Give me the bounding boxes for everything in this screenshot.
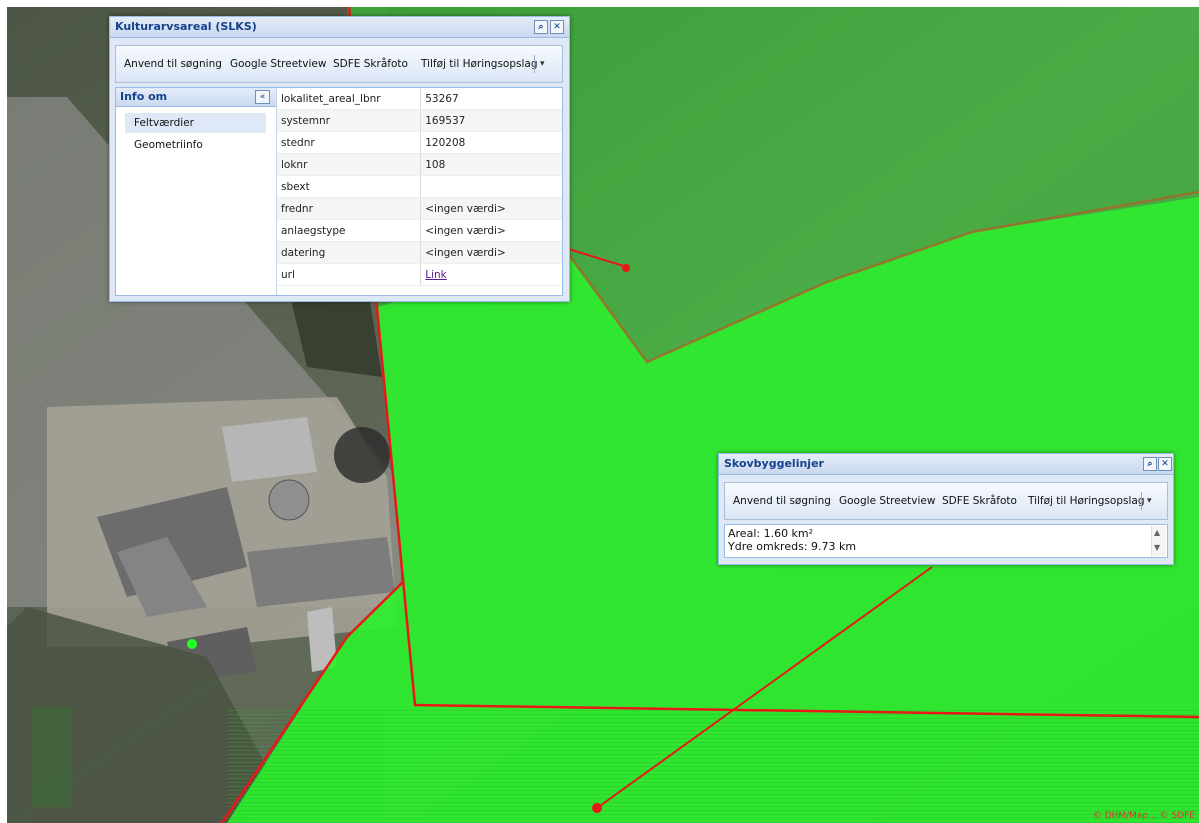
table-row: datering <ingen værdi> xyxy=(277,241,562,264)
field-key: frednr xyxy=(277,197,422,220)
area-text: Areal: 1.60 km² xyxy=(728,527,814,540)
silo-light xyxy=(268,479,310,521)
window-title: Skovbyggelinjer xyxy=(724,457,824,470)
location-marker[interactable] xyxy=(187,639,197,649)
field-value: <ingen værdi> xyxy=(420,241,562,264)
sidebar-title: Info om xyxy=(120,90,168,103)
scrollbar[interactable]: ▲ ▼ xyxy=(1151,526,1166,556)
url-link[interactable]: Link xyxy=(425,269,447,281)
sidebar-item-feltvaerdier[interactable]: Feltværdier xyxy=(125,113,266,133)
field-key: systemnr xyxy=(277,109,422,132)
field-value xyxy=(420,175,562,198)
field-value: <ingen værdi> xyxy=(420,219,562,242)
attribute-table: lokalitet_areal_lbnr 53267 systemnr 169537… xyxy=(277,88,562,286)
window-toolbar: Anvend til søgning Google Streetview SDF… xyxy=(724,482,1168,520)
geometry-info-box[interactable]: Areal: 1.60 km² Ydre omkreds: 9.73 km ▲ … xyxy=(724,524,1168,558)
window-body: Info om « Feltværdier Geometriinfo lokal… xyxy=(115,87,563,296)
window-header[interactable]: Kulturarvsareal (SLKS) ⌕ ✕ xyxy=(110,17,569,38)
field-key: loknr xyxy=(277,153,422,176)
field-key: stednr xyxy=(277,131,422,154)
table-row: sbext xyxy=(277,175,562,198)
table-row: anlaegstype <ingen værdi> xyxy=(277,219,562,242)
scroll-up-icon[interactable]: ▲ xyxy=(1154,528,1160,537)
table-row: systemnr 169537 xyxy=(277,109,562,132)
use-for-search-button[interactable]: Anvend til søgning xyxy=(733,483,831,519)
add-to-hearing-button[interactable]: Tilføj til Høringsopslag xyxy=(421,46,538,82)
window-toolbar: Anvend til søgning Google Streetview SDF… xyxy=(115,45,563,83)
toolbar-separator xyxy=(534,55,535,73)
perimeter-text: Ydre omkreds: 9.73 km xyxy=(728,540,857,553)
sdfe-skraafoto-button[interactable]: SDFE Skråfoto xyxy=(333,46,408,82)
table-row: frednr <ingen værdi> xyxy=(277,197,562,220)
field-value: 169537 xyxy=(420,109,562,132)
table-row: loknr 108 xyxy=(277,153,562,176)
toolbar-separator xyxy=(1141,492,1142,510)
more-dropdown-icon[interactable]: ▾ xyxy=(540,46,545,82)
scroll-down-icon[interactable]: ▼ xyxy=(1154,543,1160,552)
field-key: anlaegstype xyxy=(277,219,422,242)
skovbyggelinjer-window[interactable]: Skovbyggelinjer ⌕ ✕ Anvend til søgning G… xyxy=(718,453,1174,565)
garden-rows xyxy=(32,707,72,807)
window-header[interactable]: Skovbyggelinjer ⌕ ✕ xyxy=(719,454,1173,475)
table-row: stednr 120208 xyxy=(277,131,562,154)
magnifier-icon[interactable]: ⌕ xyxy=(534,20,548,34)
field-key: sbext xyxy=(277,175,422,198)
kulturarvsareal-window[interactable]: Kulturarvsareal (SLKS) ⌕ ✕ Anvend til sø… xyxy=(109,16,570,302)
google-streetview-button[interactable]: Google Streetview xyxy=(230,46,326,82)
field-value: 53267 xyxy=(420,88,562,110)
collapse-sidebar-icon[interactable]: « xyxy=(255,90,270,104)
use-for-search-button[interactable]: Anvend til søgning xyxy=(124,46,222,82)
close-icon[interactable]: ✕ xyxy=(1158,457,1172,471)
sidebar-header: Info om « xyxy=(116,88,276,107)
field-value: 120208 xyxy=(420,131,562,154)
google-streetview-button[interactable]: Google Streetview xyxy=(839,483,935,519)
silo-dark xyxy=(334,427,390,483)
table-row: lokalitet_areal_lbnr 53267 xyxy=(277,88,562,110)
measure-point-lower[interactable] xyxy=(592,803,602,813)
sdfe-skraafoto-button[interactable]: SDFE Skråfoto xyxy=(942,483,1017,519)
table-row: url Link xyxy=(277,263,562,286)
field-key: lokalitet_areal_lbnr xyxy=(277,88,422,110)
field-value: 108 xyxy=(420,153,562,176)
field-value: <ingen værdi> xyxy=(420,197,562,220)
sidebar-item-geometriinfo[interactable]: Geometriinfo xyxy=(125,135,266,155)
measure-point-upper[interactable] xyxy=(622,264,630,272)
more-dropdown-icon[interactable]: ▾ xyxy=(1147,483,1152,519)
farm-building-4 xyxy=(222,417,317,482)
add-to-hearing-button[interactable]: Tilføj til Høringsopslag xyxy=(1028,483,1145,519)
magnifier-icon[interactable]: ⌕ xyxy=(1143,457,1157,471)
close-icon[interactable]: ✕ xyxy=(550,20,564,34)
field-key: url xyxy=(277,263,422,286)
field-key: datering xyxy=(277,241,422,264)
window-title: Kulturarvsareal (SLKS) xyxy=(115,20,257,33)
map-attribution: © DHM/Map... © SDFE xyxy=(1092,811,1195,821)
